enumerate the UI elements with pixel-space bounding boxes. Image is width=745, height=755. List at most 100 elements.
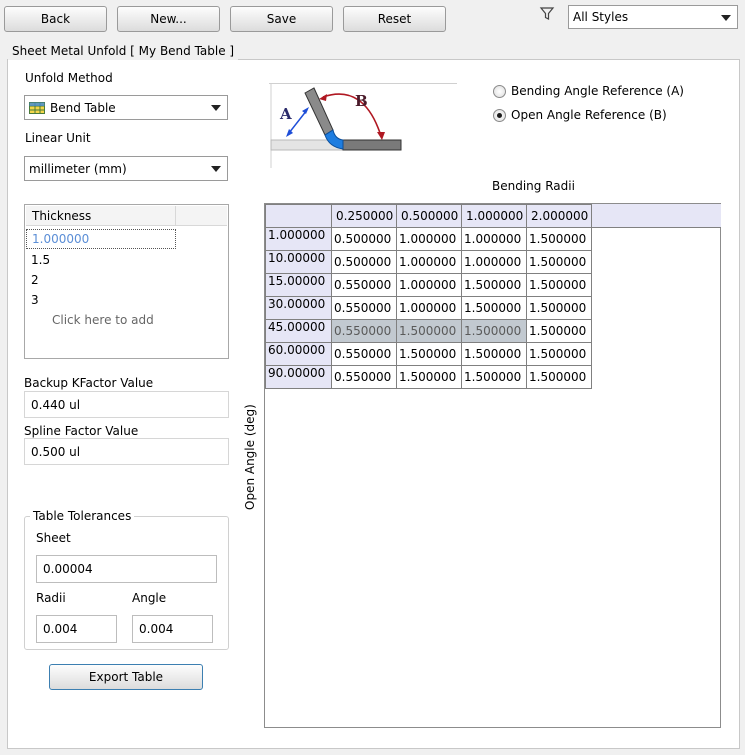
chevron-down-icon [211, 105, 221, 111]
row-header[interactable]: 10.00000 [265, 250, 332, 274]
open-angle-axis-label: Open Angle (deg) [243, 404, 257, 510]
row-header[interactable]: 60.00000 [265, 342, 332, 366]
column-header-filler [589, 204, 721, 228]
table-cell-selected[interactable]: 1.500000 [461, 319, 527, 343]
backup-kfactor-input[interactable]: 0.440 ul [24, 391, 229, 418]
tab-title[interactable]: Sheet Metal Unfold [ My Bend Table ] [8, 42, 239, 60]
table-cell[interactable]: 1.500000 [461, 296, 527, 320]
thickness-header[interactable]: Thickness [26, 206, 176, 226]
table-cell[interactable]: 1.500000 [526, 227, 592, 251]
table-header-row: 0.250000 0.500000 1.000000 2.000000 [265, 204, 592, 228]
thickness-list[interactable]: Thickness 1.000000 1.5 2 3 Click here to… [24, 204, 229, 359]
angle-tolerance-input[interactable]: 0.004 [132, 615, 213, 643]
export-table-button[interactable]: Export Table [49, 664, 203, 690]
row-header[interactable]: 30.00000 [265, 296, 332, 320]
table-cell[interactable]: 1.500000 [526, 250, 592, 274]
chevron-down-icon [211, 166, 221, 172]
table-cell[interactable]: 0.550000 [331, 365, 397, 389]
table-row: 45.00000 0.550000 1.500000 1.500000 1.50… [265, 319, 592, 343]
bending-angle-radio[interactable] [493, 85, 506, 98]
column-header[interactable]: 2.000000 [526, 204, 592, 228]
table-row: 90.00000 0.550000 1.500000 1.500000 1.50… [265, 365, 592, 389]
row-header[interactable]: 90.00000 [265, 365, 332, 389]
bend-table[interactable]: 0.250000 0.500000 1.000000 2.000000 1.00… [265, 204, 592, 389]
list-header-filler [176, 206, 227, 226]
linear-unit-select[interactable]: millimeter (mm) [24, 156, 228, 181]
bending-angle-label[interactable]: Bending Angle Reference (A) [511, 84, 684, 98]
spline-factor-label: Spline Factor Value [24, 424, 139, 438]
back-button[interactable]: Back [4, 6, 107, 32]
linear-unit-label: Linear Unit [25, 131, 91, 145]
table-cell-selected[interactable]: 0.550000 [331, 319, 397, 343]
table-icon [29, 101, 45, 114]
table-cell[interactable]: 0.550000 [331, 273, 397, 297]
linear-unit-value: millimeter (mm) [29, 161, 127, 176]
column-header-label: 0.500000 [401, 209, 459, 223]
row-header[interactable]: 45.00000 [265, 319, 332, 343]
table-cell[interactable]: 1.500000 [396, 342, 462, 366]
table-cell[interactable]: 0.550000 [331, 342, 397, 366]
column-header[interactable]: 0.250000 [331, 204, 397, 228]
open-angle-radio[interactable] [493, 109, 506, 122]
table-row: 1.000000 0.500000 1.000000 1.000000 1.50… [265, 227, 592, 251]
table-cell[interactable]: 0.500000 [331, 227, 397, 251]
table-cell[interactable]: 1.500000 [526, 296, 592, 320]
column-header-label: 0.250000 [336, 209, 394, 223]
filter-icon[interactable] [539, 6, 555, 22]
table-cell[interactable]: 1.000000 [396, 227, 462, 251]
table-cell[interactable]: 1.000000 [396, 273, 462, 297]
diagram-label-b: B [355, 92, 368, 110]
table-cell[interactable]: 1.500000 [526, 342, 592, 366]
table-cell[interactable]: 1.500000 [461, 342, 527, 366]
sheet-tolerance-label: Sheet [36, 531, 71, 545]
column-header[interactable]: 1.000000 [461, 204, 527, 228]
list-item[interactable]: 1.000000 [26, 229, 176, 249]
spline-factor-input[interactable]: 0.500 ul [24, 438, 229, 465]
unfold-method-label: Unfold Method [25, 71, 113, 85]
list-item[interactable]: 2 [31, 273, 39, 287]
table-corner[interactable] [265, 204, 332, 228]
row-header[interactable]: 15.00000 [265, 273, 332, 297]
table-row: 15.00000 0.550000 1.000000 1.500000 1.50… [265, 273, 592, 297]
table-tolerances-legend: Table Tolerances [30, 509, 135, 523]
bend-table-grid[interactable]: 0.250000 0.500000 1.000000 2.000000 1.00… [264, 203, 721, 728]
style-filter-select[interactable]: All Styles [568, 5, 738, 29]
diagram-label-a: A [280, 105, 292, 123]
radii-tolerance-input[interactable]: 0.004 [36, 615, 117, 643]
backup-kfactor-label: Backup KFactor Value [24, 376, 154, 390]
table-cell[interactable]: 1.000000 [461, 227, 527, 251]
table-row: 10.00000 0.500000 1.000000 1.000000 1.50… [265, 250, 592, 274]
column-header-label: 2.000000 [531, 209, 589, 223]
table-cell[interactable]: 0.550000 [331, 296, 397, 320]
table-cell[interactable]: 1.500000 [396, 365, 462, 389]
table-row: 60.00000 0.550000 1.500000 1.500000 1.50… [265, 342, 592, 366]
table-cell[interactable]: 1.500000 [526, 365, 592, 389]
table-cell[interactable]: 1.000000 [396, 296, 462, 320]
sheet-tolerance-input[interactable]: 0.00004 [36, 555, 217, 583]
new-button[interactable]: New... [117, 6, 220, 32]
list-item[interactable]: 3 [31, 293, 39, 307]
table-cell[interactable]: 1.500000 [526, 319, 592, 343]
table-tolerances-group: Table Tolerances Sheet 0.00004 Radii Ang… [24, 509, 229, 650]
bend-angle-diagram: A B [269, 83, 457, 168]
table-cell[interactable]: 1.500000 [461, 273, 527, 297]
bending-radii-label: Bending Radii [492, 179, 575, 193]
angle-tolerance-label: Angle [132, 591, 167, 605]
column-header[interactable]: 0.500000 [396, 204, 462, 228]
table-cell[interactable]: 1.500000 [461, 365, 527, 389]
style-filter-value: All Styles [573, 10, 629, 24]
add-thickness-hint[interactable]: Click here to add [52, 313, 154, 327]
table-cell[interactable]: 0.500000 [331, 250, 397, 274]
table-cell[interactable]: 1.500000 [526, 273, 592, 297]
unfold-method-select[interactable]: Bend Table [24, 95, 228, 120]
save-button[interactable]: Save [230, 6, 333, 32]
reset-button[interactable]: Reset [343, 6, 446, 32]
radii-tolerance-label: Radii [36, 591, 66, 605]
row-header[interactable]: 1.000000 [265, 227, 332, 251]
table-cell[interactable]: 1.000000 [461, 250, 527, 274]
table-row: 30.00000 0.550000 1.000000 1.500000 1.50… [265, 296, 592, 320]
table-cell-selected[interactable]: 1.500000 [396, 319, 462, 343]
table-cell[interactable]: 1.000000 [396, 250, 462, 274]
list-item[interactable]: 1.5 [31, 253, 50, 267]
open-angle-label[interactable]: Open Angle Reference (B) [511, 108, 667, 122]
